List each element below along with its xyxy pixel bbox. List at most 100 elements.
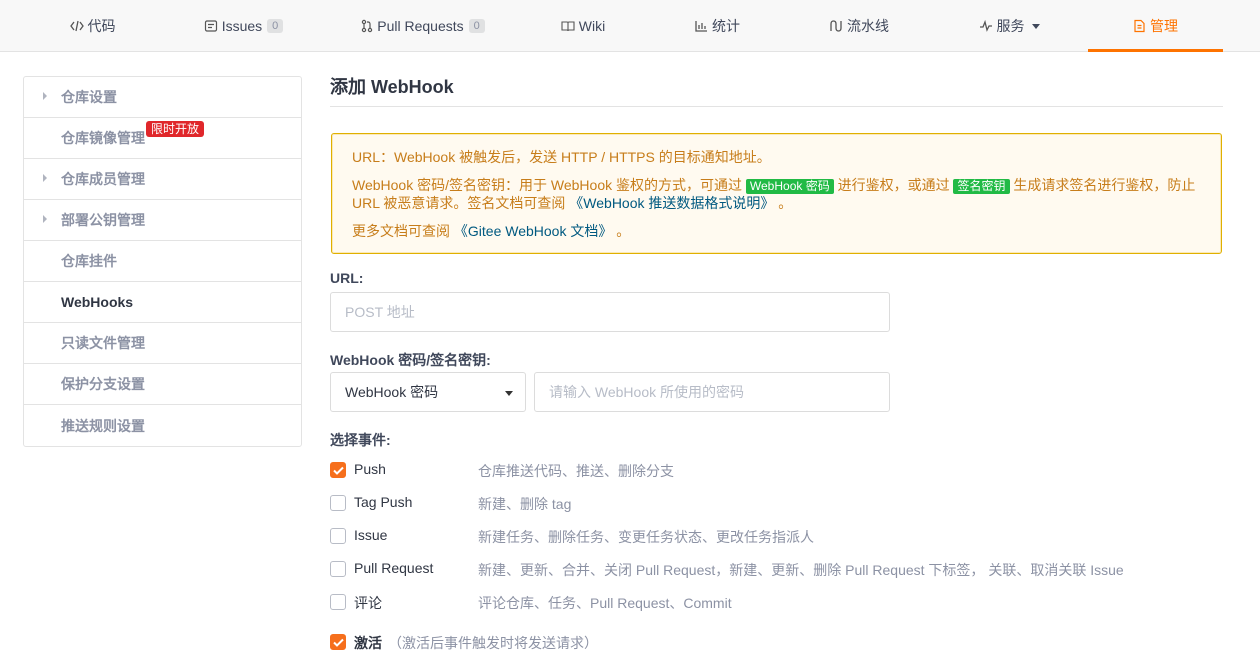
tab-pull-requests[interactable]: Pull Requests 0 [354,0,492,52]
event-name: 评论 [354,595,382,611]
secret-input[interactable] [534,372,890,412]
repo-tab-bar: 代码 Issues 0 Pull Requests 0 Wiki 统计 流水线 [0,0,1260,52]
event-desc: 新建任务、删除任务、变更任务状态、更改任务指派人 [478,529,814,545]
notice-url-line: URL：WebHook 被触发后，发送 HTTP / HTTPS 的目标通知地址… [352,149,771,165]
sidebar-item-label: 只读文件管理 [61,335,145,351]
event-desc: 仓库推送代码、推送、删除分支 [478,463,674,479]
page-title: 添加 WebHook [330,72,1223,107]
event-name: Issue [354,527,388,543]
push-checkbox[interactable] [330,462,346,478]
chevron-down-icon [1031,23,1040,29]
sidebar-item-protected-branches[interactable]: 保护分支设置 [24,364,301,405]
sidebar-item-label: WebHooks [61,294,134,310]
sidebar-item-label: 推送规则设置 [61,417,145,434]
sidebar-item-repo-settings[interactable]: 仓库设置 [24,77,301,118]
sidebar-item-label: 仓库设置 [61,89,117,105]
sidebar-item-deploy-keys[interactable]: 部署公钥管理 [24,200,301,241]
sidebar-item-readonly-files[interactable]: 只读文件管理 [24,323,301,364]
notice-secret-line: WebHook 密码/签名密钥：用于 WebHook 鉴权的方式，可通过 Web… [352,176,1201,212]
notice-text: 进行鉴权，或通过 [837,177,950,193]
event-name: Tag Push [354,494,413,510]
tab-label: 管理 [1150,18,1178,34]
notice-text: WebHook 密码/签名密钥：用于 WebHook 鉴权的方式，可通过 [352,177,742,193]
tab-label: 代码 [87,18,116,34]
secret-label: WebHook 密码/签名密钥: [330,352,491,368]
activate-text: 激活 （激活后事件触发时将发送请求） [354,633,598,653]
sidebar-item-label: 仓库挂件 [61,253,117,269]
event-name: Pull Request [354,560,434,576]
gitee-webhook-doc-link[interactable]: 《Gitee WebHook 文档》 [454,223,612,239]
payload-format-doc-link[interactable]: 《WebHook 推送数据格式说明》 [569,195,774,211]
tab-label: 服务 [996,18,1025,34]
book-icon [561,19,575,33]
sidebar-item-widgets[interactable]: 仓库挂件 [24,241,301,282]
tab-statistics[interactable]: 统计 [686,0,748,52]
notice-text: 。 [616,223,631,239]
url-input[interactable] [330,292,890,332]
secret-type-value: WebHook 密码 [345,384,439,400]
bar-chart-icon [694,19,708,33]
activate-note: （激活后事件触发时将发送请求） [388,635,598,651]
url-label: URL: [330,270,364,286]
activate-checkbox[interactable] [330,634,346,650]
pull-request-icon [361,19,373,33]
event-name: Push [354,461,386,477]
notice-text: 更多文档可查阅 [352,223,450,239]
sidebar-item-label: 保护分支设置 [61,376,145,392]
tab-label: Issues [221,18,263,34]
tab-issues[interactable]: Issues 0 [196,0,291,52]
tab-label: Wiki [578,18,606,34]
issues-icon [204,19,218,33]
limited-badge: 限时开放 [146,121,205,137]
tab-label: 流水线 [847,18,889,34]
sidebar-item-label: 部署公钥管理 [61,212,145,228]
webhook-password-tag: WebHook 密码 [745,179,834,194]
settings-sidebar: 仓库设置 仓库镜像管理 限时开放 仓库成员管理 部署公钥管理 仓库挂件 WebH… [23,76,302,447]
sidebar-item-label: 仓库成员管理 [61,171,145,187]
caret-right-icon [43,174,47,182]
check-icon [332,466,344,475]
check-icon [332,638,344,647]
caret-right-icon [43,92,47,100]
sidebar-item-mirror[interactable]: 仓库镜像管理 限时开放 [24,118,301,159]
pipeline-icon [829,19,843,33]
pull-request-checkbox[interactable] [330,561,346,577]
event-desc: 新建、删除 tag [478,496,572,512]
tab-services[interactable]: 服务 [970,0,1048,52]
tab-label: Pull Requests [377,18,464,34]
caret-right-icon [43,215,47,223]
event-pull-request: Pull Request 新建、更新、合并、关闭 Pull Request，新建… [330,559,1124,579]
event-desc: 评论仓库、任务、Pull Request、Commit [478,595,732,611]
event-comment: 评论 评论仓库、任务、Pull Request、Commit [330,592,732,612]
sidebar-item-webhooks[interactable]: WebHooks [24,282,301,323]
sidebar-item-push-rules[interactable]: 推送规则设置 [24,405,301,446]
document-icon [1133,19,1146,33]
activate-label: 激活 [354,635,382,651]
event-desc: 新建、更新、合并、关闭 Pull Request，新建、更新、删除 Pull R… [478,562,1124,578]
issues-count: 0 [267,19,284,33]
comment-checkbox[interactable] [330,594,346,610]
pulse-icon [979,19,993,33]
webhook-form: 添加 WebHook URL：WebHook 被触发后，发送 HTTP / HT… [330,72,1223,651]
signature-key-tag: 签名密钥 [953,179,1010,194]
pull-requests-count: 0 [468,19,485,33]
tab-wiki[interactable]: Wiki [553,0,613,52]
event-push: Push 仓库推送代码、推送、删除分支 [330,460,674,480]
tag-push-checkbox[interactable] [330,495,346,511]
secret-type-select[interactable]: WebHook 密码 [330,372,526,412]
sidebar-item-label: 仓库镜像管理 [61,130,145,146]
notice-docs-line: 更多文档可查阅 《Gitee WebHook 文档》 。 [352,222,1201,240]
tab-label: 统计 [712,18,740,34]
event-tag-push: Tag Push 新建、删除 tag [330,493,571,513]
tab-code[interactable]: 代码 [60,0,125,52]
tab-pipeline[interactable]: 流水线 [822,0,896,52]
sidebar-item-members[interactable]: 仓库成员管理 [24,159,301,200]
activate-option: 激活 （激活后事件触发时将发送请求） [330,632,598,652]
tab-manage[interactable]: 管理 [1088,0,1223,52]
dropdown-icon [505,391,513,396]
issue-checkbox[interactable] [330,528,346,544]
info-notice: URL：WebHook 被触发后，发送 HTTP / HTTPS 的目标通知地址… [331,133,1222,254]
event-issue: Issue 新建任务、删除任务、变更任务状态、更改任务指派人 [330,526,814,546]
notice-text: 。 [778,195,793,211]
events-label: 选择事件: [330,432,391,448]
